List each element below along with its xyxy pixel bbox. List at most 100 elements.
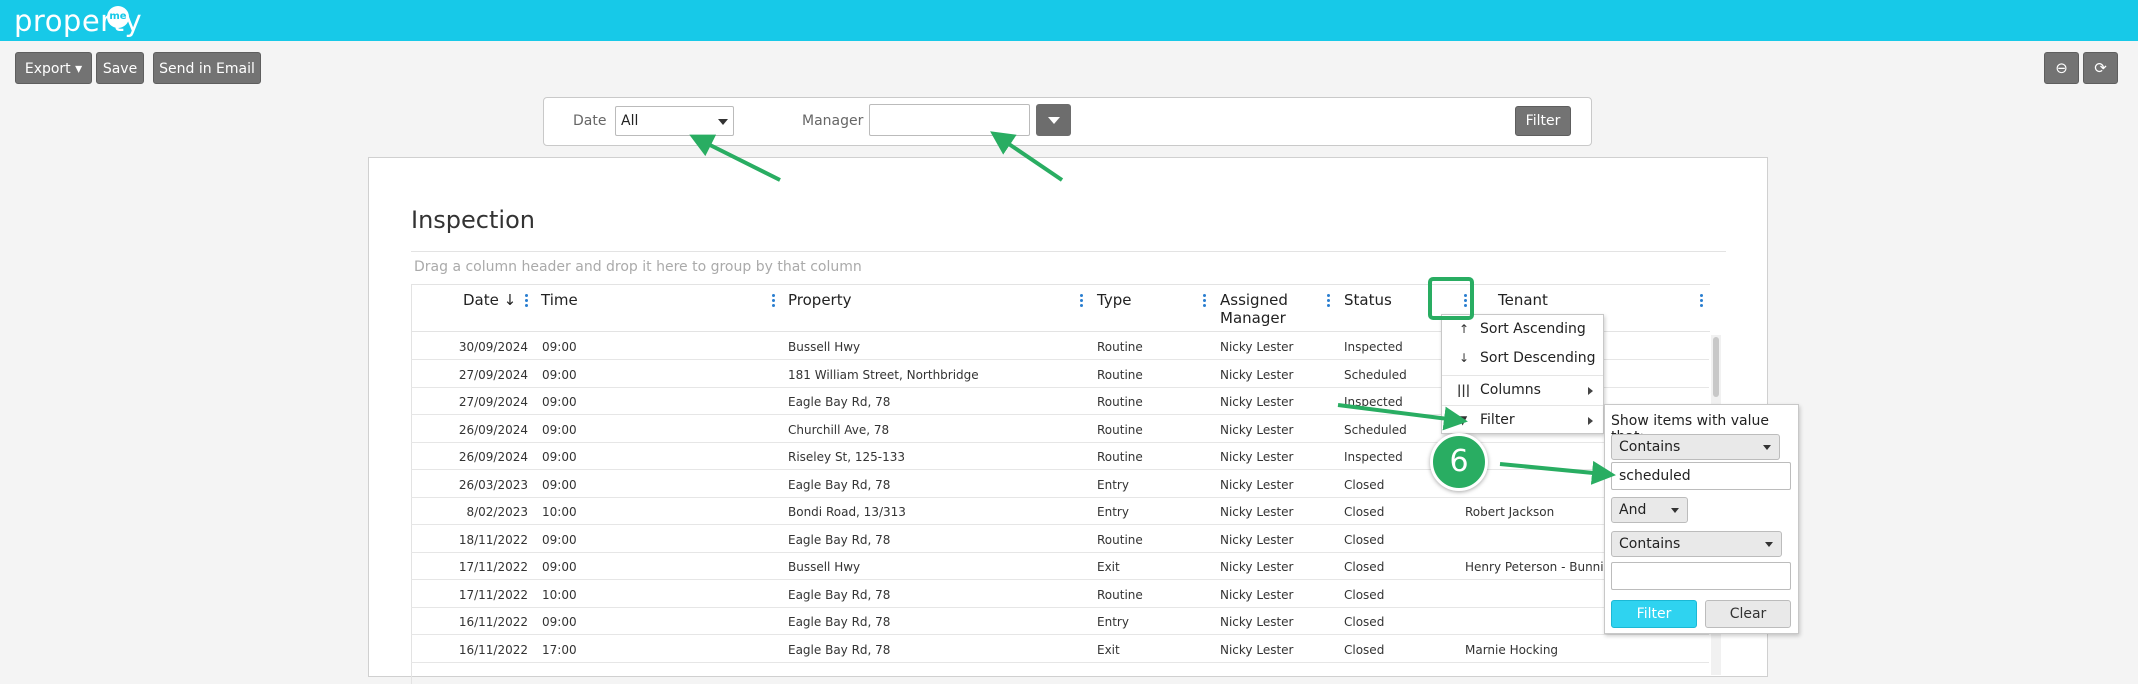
table-row[interactable]: 16/11/2022 09:00 Eagle Bay Rd, 78 Entry Nick… — [411, 608, 1709, 635]
cell-status: Inspected — [1344, 340, 1403, 354]
cell-status: Closed — [1344, 505, 1385, 519]
group-by-drop-zone[interactable]: Drag a column header and drop it here to… — [411, 251, 1726, 283]
cell-manager: Nicky Lester — [1220, 340, 1294, 354]
menu-item-sort-descending[interactable]: ↓ Sort Descending — [1442, 344, 1603, 373]
step-badge: 6 — [1430, 433, 1488, 491]
column-menu-icon[interactable] — [1203, 294, 1207, 309]
cell-date: 26/03/2023 — [458, 477, 528, 492]
cell-property: Eagle Bay Rd, 78 — [788, 615, 891, 629]
manager-label: Manager — [802, 113, 864, 129]
cell-manager: Nicky Lester — [1220, 450, 1294, 464]
cell-status: Scheduled — [1344, 422, 1407, 437]
cell-time: 09:00 — [542, 615, 577, 629]
cell-date: 8/02/2023 — [466, 505, 528, 519]
filter-popup: Show items with value that: Contains sch… — [1604, 404, 1799, 634]
cell-time: 09:00 — [542, 422, 577, 437]
table-row[interactable]: 8/02/2023 10:00 Bondi Road, 13/313 Entry Nic… — [411, 498, 1709, 525]
column-header-assigned-manager[interactable]: Assigned Manager — [1214, 284, 1338, 332]
cell-time: 09:00 — [542, 395, 577, 409]
cell-status: Closed — [1344, 532, 1385, 547]
filter-operator-2[interactable]: Contains — [1611, 531, 1782, 557]
filter-value-2-input[interactable] — [1611, 562, 1791, 590]
filter-operator-1[interactable]: Contains — [1611, 434, 1780, 460]
column-menu-icon[interactable] — [525, 294, 529, 309]
table-row[interactable]: 26/09/2024 09:00 Riseley St, 125-133 Routin… — [411, 443, 1709, 470]
cell-property: Riseley St, 125-133 — [788, 450, 906, 464]
column-menu-icon[interactable] — [1080, 294, 1084, 309]
cell-status: Closed — [1344, 560, 1385, 574]
cell-status: Closed — [1344, 615, 1385, 629]
filter-funnel-icon: ▼ — [1458, 413, 1468, 427]
cell-manager: Nicky Lester — [1220, 587, 1294, 602]
cell-status: Closed — [1344, 477, 1385, 492]
cell-type: Routine — [1097, 587, 1143, 602]
filter-apply-button[interactable]: Filter — [1611, 600, 1697, 628]
save-button[interactable]: Save — [96, 52, 144, 84]
sort-descending-icon: ↓ — [1459, 351, 1470, 365]
menu-item-filter[interactable]: ▼ Filter — [1442, 405, 1603, 434]
cell-type: Exit — [1097, 642, 1120, 657]
cell-status: Scheduled — [1344, 367, 1407, 382]
cell-property: Eagle Bay Rd, 78 — [788, 642, 891, 657]
cell-manager: Nicky Lester — [1220, 532, 1294, 547]
cell-tenant: Henry Peterson - Bunnin — [1465, 560, 1612, 574]
cell-property: Churchill Ave, 78 — [788, 422, 890, 437]
manager-dropdown-button[interactable] — [1036, 104, 1071, 136]
date-select[interactable]: All — [615, 106, 734, 136]
app-logo-badge: me — [107, 6, 129, 28]
refresh-icon[interactable]: ⟳ — [2083, 52, 2118, 84]
menu-item-columns[interactable]: ||| Columns — [1442, 375, 1603, 404]
cell-type: Entry — [1097, 505, 1129, 519]
cell-time: 09:00 — [542, 477, 577, 492]
cell-time: 09:00 — [542, 340, 577, 354]
cell-property: Bussell Hwy — [788, 560, 861, 574]
chevron-down-icon — [1763, 445, 1771, 450]
cell-date: 16/11/2022 — [458, 615, 528, 629]
submenu-arrow-icon — [1588, 387, 1593, 395]
filter-clear-button[interactable]: Clear — [1705, 600, 1791, 628]
cell-manager: Nicky Lester — [1220, 367, 1294, 382]
cell-property: Eagle Bay Rd, 78 — [788, 395, 891, 409]
cell-date: 30/09/2024 — [458, 340, 528, 354]
table-row[interactable]: 17/11/2022 10:00 Eagle Bay Rd, 78 Routine Ni… — [411, 581, 1709, 608]
scrollbar-thumb[interactable] — [1713, 337, 1719, 397]
cell-date: 17/11/2022 — [458, 587, 528, 602]
cell-type: Routine — [1097, 450, 1143, 464]
table-row[interactable]: 16/11/2022 17:00 Eagle Bay Rd, 78 Exit Nicky… — [411, 636, 1709, 663]
cell-date: 27/09/2024 — [458, 395, 528, 409]
cell-type: Exit — [1097, 560, 1120, 574]
export-button[interactable]: Export ▾ — [15, 52, 92, 84]
column-menu-icon[interactable] — [1700, 294, 1704, 309]
column-header-date[interactable]: Date ↓ — [412, 284, 535, 332]
cell-type: Routine — [1097, 395, 1143, 409]
table-row[interactable]: 18/11/2022 09:00 Eagle Bay Rd, 78 Routine Ni… — [411, 526, 1709, 553]
column-menu-icon[interactable] — [1327, 294, 1331, 309]
cell-time: 09:00 — [542, 560, 577, 574]
cell-manager: Nicky Lester — [1220, 642, 1294, 657]
table-row[interactable]: 17/11/2022 09:00 Bussell Hwy Exit Nicky Lest… — [411, 553, 1709, 580]
filter-value-1-input[interactable]: scheduled — [1611, 462, 1791, 490]
cell-type: Entry — [1097, 477, 1129, 492]
cell-type: Entry — [1097, 615, 1129, 629]
filter-button[interactable]: Filter — [1515, 106, 1571, 136]
column-menu: ↑ Sort Ascending ↓ Sort Descending ||| C… — [1441, 314, 1604, 434]
cell-tenant: Marnie Hocking — [1465, 642, 1559, 657]
cell-property: Eagle Bay Rd, 78 — [788, 587, 891, 602]
manager-input[interactable] — [869, 104, 1030, 136]
cell-type: Routine — [1097, 422, 1143, 437]
send-in-email-button[interactable]: Send in Email — [153, 52, 261, 84]
column-header-property[interactable]: Property — [782, 284, 1091, 332]
filter-logic-select[interactable]: And — [1611, 497, 1688, 523]
cell-manager: Nicky Lester — [1220, 422, 1294, 437]
column-header-time[interactable]: Time — [535, 284, 782, 332]
column-menu-icon[interactable] — [772, 294, 776, 309]
cell-property: Eagle Bay Rd, 78 — [788, 477, 891, 492]
column-header-type[interactable]: Type — [1091, 284, 1214, 332]
minus-circle-icon[interactable]: ⊖ — [2044, 52, 2079, 84]
cell-time: 09:00 — [542, 450, 577, 464]
cell-status: Inspected — [1344, 450, 1403, 464]
cell-date: 18/11/2022 — [458, 532, 528, 547]
cell-tenant: Robert Jackson — [1465, 505, 1555, 519]
cell-status: Closed — [1344, 587, 1385, 602]
table-row[interactable]: 26/03/2023 09:00 Eagle Bay Rd, 78 Entry Nick… — [411, 471, 1709, 498]
